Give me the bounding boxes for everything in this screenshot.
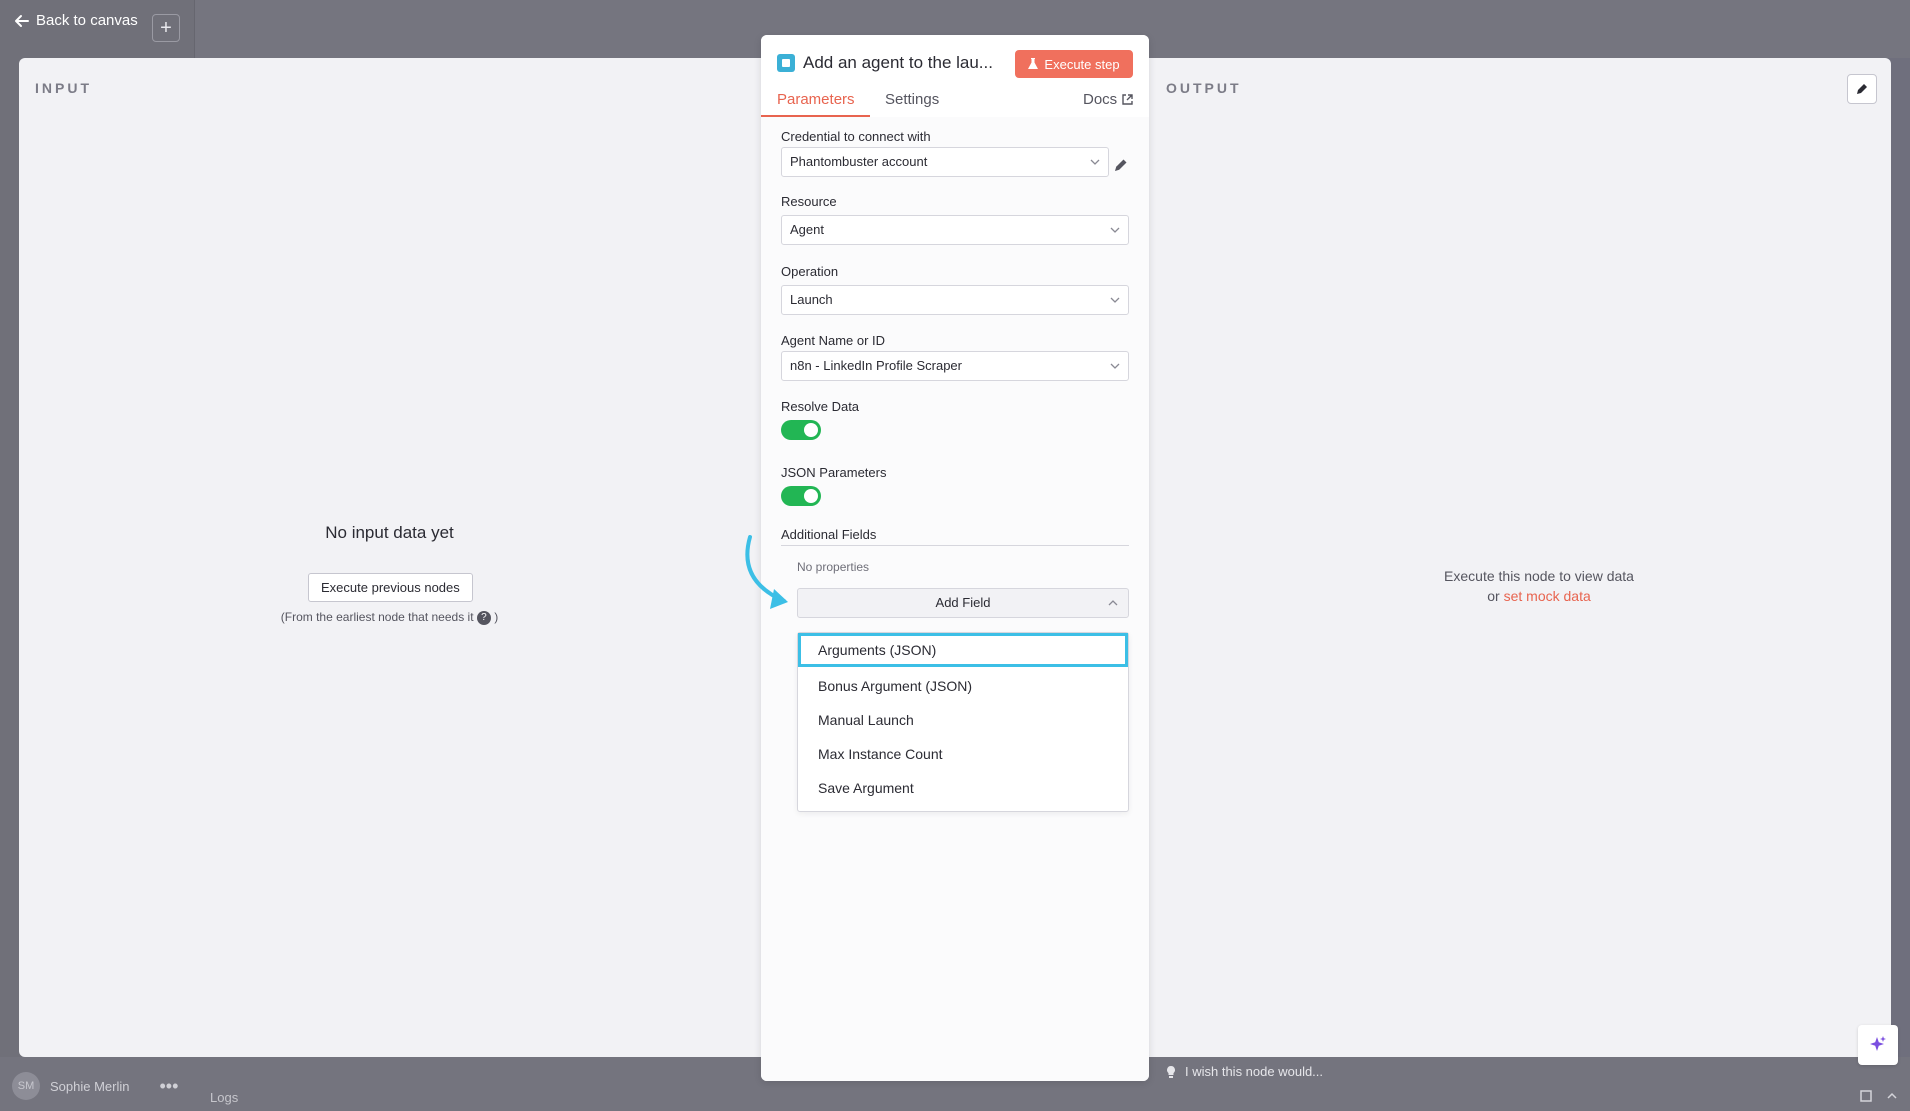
operation-select[interactable]: Launch: [781, 285, 1129, 315]
resource-value: Agent: [790, 222, 824, 237]
docs-link[interactable]: Docs: [1083, 91, 1133, 108]
credential-value: Phantombuster account: [790, 154, 928, 169]
chevron-up-icon: [1108, 600, 1118, 606]
external-link-icon: [1122, 94, 1133, 105]
feedback-prompt[interactable]: I wish this node would...: [1165, 1064, 1323, 1079]
node-title[interactable]: Add an agent to the lau...: [803, 53, 993, 73]
output-message-line: Execute this node to view data: [1444, 568, 1634, 584]
agent-value: n8n - LinkedIn Profile Scraper: [790, 358, 962, 373]
chevron-up-icon[interactable]: [1886, 1090, 1898, 1102]
logs-toggle[interactable]: Logs: [210, 1090, 238, 1105]
resource-select[interactable]: Agent: [781, 215, 1129, 245]
edit-credential-icon[interactable]: [1113, 157, 1129, 173]
tab-settings[interactable]: Settings: [885, 91, 939, 108]
additional-fields-divider: [781, 545, 1129, 546]
resource-label: Resource: [781, 194, 837, 209]
docs-label: Docs: [1083, 91, 1118, 108]
tab-parameters[interactable]: Parameters: [777, 91, 855, 108]
dropdown-option-max-instance-count[interactable]: Max Instance Count: [798, 737, 1128, 771]
no-properties-text: No properties: [797, 560, 870, 574]
avatar: SM: [12, 1072, 40, 1100]
chevron-down-icon: [1090, 159, 1100, 165]
dropdown-option-arguments-json[interactable]: Arguments (JSON): [798, 633, 1128, 667]
chevron-down-icon: [1110, 227, 1120, 233]
arrow-left-icon: [15, 14, 29, 27]
execute-previous-nodes-button[interactable]: Execute previous nodes: [308, 573, 473, 602]
input-hint-close: ): [494, 610, 499, 624]
add-field-button[interactable]: Add Field: [797, 588, 1129, 618]
output-message-or: or: [1487, 588, 1500, 604]
add-field-label: Add Field: [935, 595, 991, 610]
agent-label: Agent Name or ID: [781, 333, 886, 348]
panel-controls: [1860, 1090, 1898, 1102]
execute-step-button[interactable]: Execute step: [1015, 50, 1133, 78]
chevron-down-icon: [1110, 363, 1120, 369]
input-hint: (From the earliest node that needs it ? …: [19, 610, 760, 625]
window-icon[interactable]: [1860, 1090, 1872, 1102]
back-to-canvas-link[interactable]: Back to canvas: [14, 12, 138, 29]
dropdown-option-save-argument[interactable]: Save Argument: [798, 771, 1128, 805]
output-pane-label: OUTPUT: [1166, 80, 1242, 96]
input-hint-text: (From the earliest node that needs it: [280, 610, 474, 624]
node-parameters-body: Credential to connect with Phantombuster…: [761, 117, 1149, 1081]
add-field-dropdown: Arguments (JSON) Bonus Argument (JSON) M…: [797, 632, 1129, 812]
feedback-label: I wish this node would...: [1185, 1064, 1324, 1079]
help-icon[interactable]: ?: [476, 610, 491, 625]
ai-assistant-button[interactable]: [1858, 1025, 1898, 1065]
node-panel-header: Add an agent to the lau... Execute step …: [761, 35, 1149, 118]
input-empty-title: No input data yet: [325, 523, 454, 542]
json-parameters-toggle[interactable]: [781, 486, 821, 506]
more-options-icon[interactable]: •••: [160, 1076, 179, 1097]
set-mock-data-link[interactable]: set mock data: [1504, 588, 1591, 604]
chevron-down-icon: [1110, 297, 1120, 303]
execute-step-label: Execute step: [1044, 56, 1120, 72]
dropdown-option-bonus-argument-json[interactable]: Bonus Argument (JSON): [798, 669, 1128, 703]
plus-icon: +: [160, 16, 172, 39]
phantombuster-node-icon: [777, 54, 795, 72]
operation-value: Launch: [790, 292, 833, 307]
back-to-canvas-label: Back to canvas: [36, 12, 138, 29]
agent-select[interactable]: n8n - LinkedIn Profile Scraper: [781, 351, 1129, 381]
add-node-button[interactable]: +: [152, 14, 180, 42]
node-parameters-panel: Add an agent to the lau... Execute step …: [761, 35, 1149, 1081]
sparkle-icon: [1870, 1036, 1886, 1051]
edit-output-button[interactable]: [1847, 74, 1877, 104]
resolve-data-label: Resolve Data: [781, 399, 860, 414]
dropdown-option-manual-launch[interactable]: Manual Launch: [798, 703, 1128, 737]
pencil-icon: [1857, 84, 1867, 94]
json-parameters-label: JSON Parameters: [781, 465, 887, 480]
lightbulb-icon: [1167, 1065, 1175, 1078]
user-menu[interactable]: SM Sophie Merlin •••: [12, 1072, 178, 1100]
operation-label: Operation: [781, 264, 839, 279]
resolve-data-toggle[interactable]: [781, 420, 821, 440]
flask-icon: [1028, 58, 1039, 69]
credential-label: Credential to connect with: [781, 129, 931, 144]
user-name: Sophie Merlin: [50, 1078, 130, 1094]
credential-select[interactable]: Phantombuster account: [781, 147, 1109, 177]
node-tabs: Parameters Settings Docs: [761, 87, 1149, 118]
guide-arrow-icon: [745, 535, 788, 609]
output-empty-message: Execute this node to view data or set mo…: [1379, 566, 1699, 606]
input-pane-label: INPUT: [35, 80, 92, 96]
